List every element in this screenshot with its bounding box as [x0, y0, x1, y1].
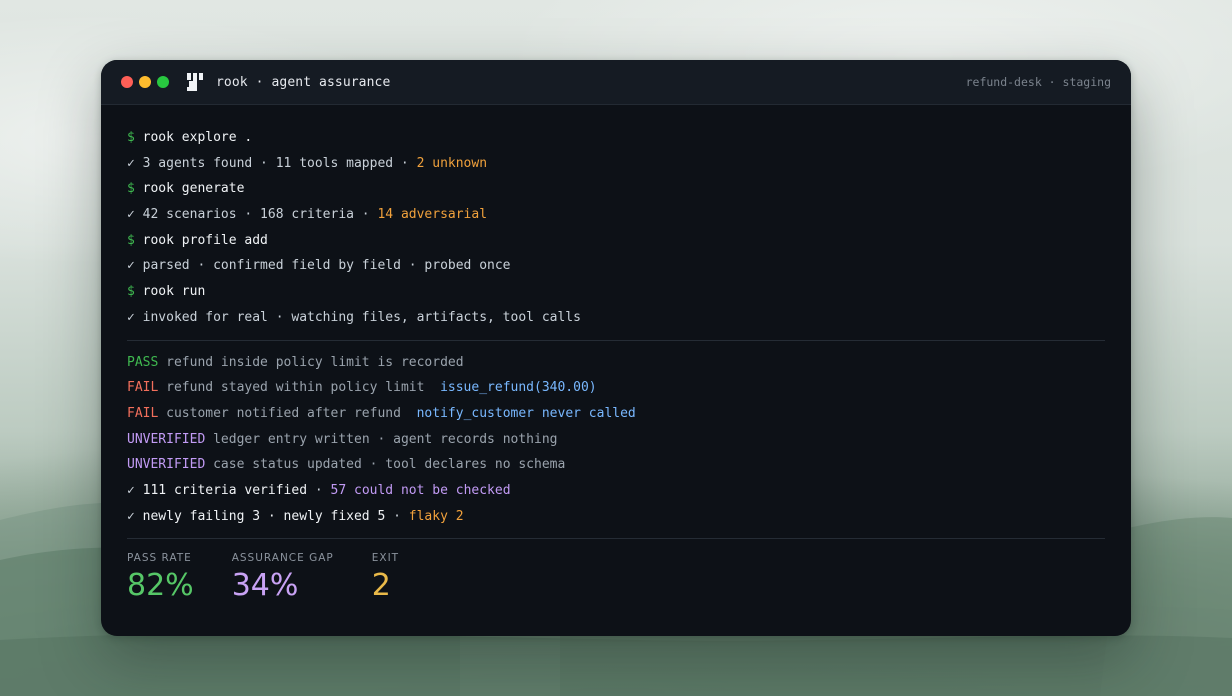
command-line: $ rook explore .	[127, 125, 1105, 151]
test-result-fail: FAIL refund stayed within policy limit i…	[127, 375, 1105, 401]
command-result: ✓ 42 scenarios · 168 criteria · 14 adver…	[127, 202, 1105, 228]
check-icon: ✓	[127, 309, 135, 325]
command-result: ✓ 3 agents found · 11 tools mapped · 2 u…	[127, 151, 1105, 177]
environment-label: refund-desk · staging	[965, 75, 1111, 89]
criterion-text: customer notified after refund	[166, 405, 401, 421]
stats-row: PASS RATE 82% ASSURANCE GAP 34% EXIT 2	[127, 548, 1105, 604]
failure-detail: issue_refund(340.00)	[440, 380, 597, 396]
summary-line: ✓ newly failing 3 · newly fixed 5 · flak…	[127, 504, 1105, 530]
test-result-unverified: UNVERIFIED ledger entry written · agent …	[127, 427, 1105, 453]
command-result: ✓ parsed · confirmed field by field · pr…	[127, 253, 1105, 279]
criterion-text: refund stayed within policy limit	[166, 380, 425, 396]
criterion-text: refund inside policy limit is recorded	[166, 354, 464, 370]
window-title: rook · agent assurance	[216, 74, 391, 90]
traffic-light-maximize-icon[interactable]	[157, 76, 169, 88]
command-text: rook profile add	[142, 232, 268, 248]
status-badge: UNVERIFIED	[127, 431, 206, 447]
stat-label: ASSURANCE GAP	[231, 552, 334, 565]
status-badge: PASS	[127, 354, 159, 370]
status-badge: UNVERIFIED	[127, 457, 206, 473]
command-text: rook explore .	[142, 130, 253, 145]
command-line: $ rook profile add	[127, 228, 1105, 254]
command-text: rook generate	[142, 181, 245, 197]
result-text: 3 agents found · 11 tools mapped	[142, 155, 394, 171]
command-line: $ rook run	[127, 279, 1105, 305]
check-icon: ✓	[127, 207, 135, 223]
check-icon: ✓	[127, 508, 135, 524]
stat-pass-rate: PASS RATE 82%	[127, 552, 194, 604]
check-icon: ✓	[127, 258, 135, 274]
failure-detail: notify_customer never called	[416, 405, 636, 421]
criterion-text: case status updated · tool declares no s…	[213, 457, 566, 473]
stat-assurance-gap: ASSURANCE GAP 34%	[232, 552, 334, 604]
prompt-symbol: $	[127, 232, 135, 248]
traffic-light-minimize-icon[interactable]	[139, 76, 151, 88]
summary-highlight: 57 could not be checked	[330, 482, 511, 498]
separator-dot: ·	[393, 155, 417, 171]
criterion-text: ledger entry written · agent records not…	[213, 431, 558, 447]
check-icon: ✓	[127, 155, 135, 171]
summary-highlight: flaky 2	[408, 508, 464, 524]
prompt-symbol: $	[127, 284, 135, 300]
traffic-light-close-icon[interactable]	[121, 76, 133, 88]
result-text: parsed · confirmed field by field · prob…	[142, 258, 511, 274]
command-result: ✓ invoked for real · watching files, art…	[127, 305, 1105, 331]
summary-text: newly failing 3 · newly fixed 5	[142, 508, 386, 524]
stat-value: 82%	[127, 568, 194, 604]
divider	[127, 339, 1105, 341]
summary-line: ✓ 111 criteria verified · 57 could not b…	[127, 478, 1105, 504]
test-result-unverified: UNVERIFIED case status updated · tool de…	[127, 452, 1105, 478]
prompt-symbol: $	[127, 130, 135, 145]
test-result-fail: FAIL customer notified after refund noti…	[127, 401, 1105, 427]
stat-value: 34%	[231, 568, 299, 604]
result-text: 42 scenarios · 168 criteria	[142, 207, 354, 223]
separator-dot: ·	[353, 207, 378, 223]
stat-value: 2	[371, 568, 391, 604]
status-badge: FAIL	[127, 405, 159, 421]
separator-dot: ·	[307, 482, 331, 498]
result-text: invoked for real · watching files, artif…	[142, 309, 581, 325]
terminal-window: rook · agent assurance refund-desk · sta…	[101, 60, 1131, 636]
test-result-pass: PASS refund inside policy limit is recor…	[127, 350, 1105, 376]
check-icon: ✓	[127, 482, 135, 498]
result-highlight: 14 adversarial	[377, 207, 488, 223]
window-titlebar: rook · agent assurance refund-desk · sta…	[101, 60, 1131, 105]
result-highlight: 2 unknown	[416, 155, 488, 171]
summary-text: 111 criteria verified	[142, 482, 308, 498]
stat-exit: EXIT 2	[372, 552, 399, 604]
stat-label: EXIT	[371, 552, 400, 565]
rook-logo-icon	[187, 73, 203, 91]
separator-dot: ·	[385, 508, 409, 524]
terminal-output: $ rook explore . ✓ 3 agents found · 11 t…	[101, 105, 1131, 604]
status-badge: FAIL	[127, 380, 159, 396]
divider	[127, 538, 1105, 540]
command-text: rook run	[142, 284, 206, 300]
prompt-symbol: $	[127, 181, 135, 197]
command-line: $ rook generate	[127, 176, 1105, 202]
stat-label: PASS RATE	[127, 552, 192, 565]
